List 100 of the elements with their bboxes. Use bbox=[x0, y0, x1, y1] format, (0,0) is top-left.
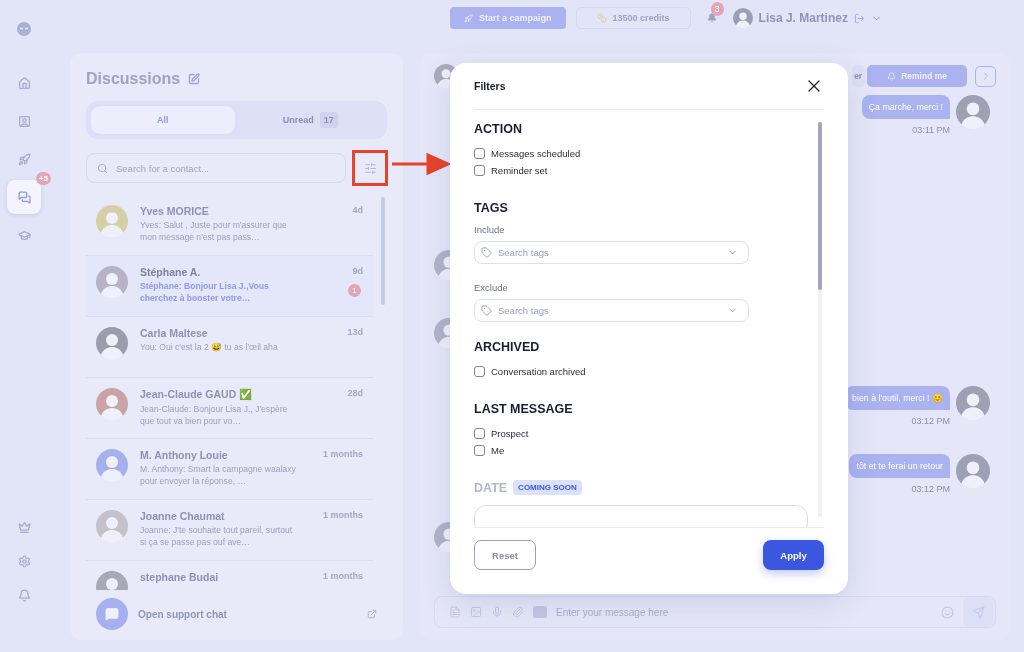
home-icon[interactable] bbox=[17, 76, 31, 90]
paperclip-icon[interactable] bbox=[512, 606, 524, 618]
time-text: 4d bbox=[352, 205, 363, 217]
next-button[interactable] bbox=[975, 65, 996, 87]
message-preview: M. Anthony: Smart la campagne waalaxy pour envoyer la réponse, … bbox=[140, 464, 297, 487]
start-campaign-button[interactable]: Start a campaign bbox=[450, 7, 566, 29]
search-icon bbox=[97, 162, 108, 174]
message-time: 03:12 PM bbox=[911, 484, 950, 494]
time-text: 9d bbox=[352, 266, 363, 278]
field-label: Exclude bbox=[474, 282, 509, 293]
section-heading: LAST MESSAGE bbox=[474, 402, 574, 416]
contact-icon[interactable] bbox=[17, 114, 31, 128]
avatar-icon bbox=[96, 266, 128, 298]
time-text: 1 months bbox=[323, 571, 363, 583]
contact-name: Carla Maltese bbox=[140, 327, 208, 339]
time-text: 1 months bbox=[323, 449, 363, 461]
conversation-item[interactable]: Jean-Claude GAUD ✅ 28d Jean-Claude: Bonjour Lisa J., J'espère que tout va bien pour vo… bbox=[86, 378, 373, 439]
bell-icon bbox=[887, 71, 897, 81]
conversation-item[interactable]: Carla Maltese 13d You: Oui c'est la 2 😅 tu as l'œil aha bbox=[86, 317, 373, 378]
tag-select[interactable]: Search tags bbox=[474, 241, 749, 264]
remind-me-button[interactable]: Remind me bbox=[867, 65, 967, 87]
contact-name: M. Anthony Louie bbox=[140, 449, 228, 461]
checkbox[interactable] bbox=[474, 366, 485, 377]
support-link[interactable]: Open support chat bbox=[138, 608, 357, 620]
emoji-icon[interactable] bbox=[941, 605, 954, 619]
checkbox-label: Prospect bbox=[491, 428, 529, 439]
count-badge: +5 bbox=[35, 172, 51, 185]
coins-icon bbox=[596, 13, 607, 23]
credits-text: 13500 credits bbox=[612, 13, 670, 23]
checkbox[interactable] bbox=[474, 148, 485, 159]
checkbox-label: Conversation archived bbox=[491, 366, 586, 377]
time-text: 28d bbox=[347, 388, 363, 400]
chat-bubbles-icon[interactable] bbox=[17, 190, 31, 204]
avatar-icon bbox=[956, 95, 990, 129]
avatar-icon bbox=[732, 8, 753, 28]
annotation-arrow bbox=[392, 153, 450, 175]
settings-icon[interactable] bbox=[17, 554, 31, 568]
section-heading: DATE $^{COMING SOON}$ bbox=[474, 481, 824, 495]
message-preview: You: Oui c'est la 2 😅 tu as l'œil aha bbox=[140, 342, 279, 354]
image-icon[interactable] bbox=[470, 606, 482, 618]
section-heading: TAGS bbox=[474, 201, 509, 215]
graduation-cap-icon[interactable] bbox=[17, 228, 31, 242]
contact-name: stephane Budai bbox=[140, 571, 219, 583]
tab[interactable]: All bbox=[91, 106, 235, 134]
conversation-item[interactable]: Joanne Chaumat 1 months Joanne: J'te souhaite tout pareil, surtout si ça se passe pas ouf ave… bbox=[86, 500, 373, 561]
tab[interactable]: Unread 17 bbox=[238, 106, 382, 134]
section-heading: ARCHIVED bbox=[474, 340, 541, 354]
rocket-icon[interactable] bbox=[17, 152, 31, 166]
tag-icon bbox=[481, 247, 492, 258]
send-button[interactable] bbox=[963, 597, 993, 627]
avatar-icon bbox=[96, 510, 128, 542]
bell-icon[interactable] bbox=[706, 13, 717, 23]
unread-badge: 1 bbox=[348, 284, 361, 297]
message-preview: Jean-Claude: Bonjour Lisa J., J'espère que tout va bien pour vo… bbox=[140, 404, 289, 427]
message-bubble: tôt et te ferai un retour bbox=[849, 454, 950, 478]
panel-title: Discussions bbox=[86, 70, 181, 88]
gif-icon[interactable] bbox=[533, 606, 547, 618]
avatar-icon bbox=[96, 327, 128, 359]
nav-item[interactable] bbox=[7, 180, 41, 214]
logo-icon bbox=[17, 22, 31, 36]
conversation-item[interactable]: M. Anthony Louie 1 months M. Anthony: Smart la campagne waalaxy pour envoyer la réponse, … bbox=[86, 439, 373, 500]
support-chat-icon bbox=[96, 598, 128, 630]
notification-badge: 3 bbox=[710, 2, 724, 16]
message-bubble: bien à l'outil, merci ! 😊 bbox=[845, 386, 950, 410]
logout-icon[interactable] bbox=[853, 12, 865, 24]
highlight-frame bbox=[352, 150, 388, 186]
message-time: 03:12 PM bbox=[911, 416, 950, 426]
section-heading: ACTION bbox=[474, 122, 523, 136]
avatar-icon bbox=[956, 386, 990, 420]
conversation-item[interactable]: Stéphane A. 9d Stéphane: Bonjour Lisa J.,Vous cherchez à booster votre… 1 bbox=[86, 256, 373, 317]
tag-select[interactable]: Search tags bbox=[474, 299, 749, 322]
time-text: 1 months bbox=[323, 510, 363, 522]
user-name[interactable]: Lisa J. Martinez bbox=[758, 11, 848, 25]
contact-name: Joanne Chaumat bbox=[140, 510, 225, 522]
checkbox[interactable] bbox=[474, 165, 485, 176]
crown-icon[interactable] bbox=[17, 520, 31, 534]
external-link-icon[interactable] bbox=[367, 609, 377, 619]
checkbox[interactable] bbox=[474, 445, 485, 456]
contact-name: Yves MORICE bbox=[140, 205, 209, 217]
message-time: 03:11 PM bbox=[912, 125, 950, 135]
message-preview: Stéphane: Bonjour Lisa J.,Vous cherchez à booster votre… bbox=[140, 281, 270, 304]
search-field[interactable]: Search for a contact... bbox=[86, 153, 346, 183]
apply-button[interactable]: Apply bbox=[763, 540, 824, 570]
edit-icon[interactable] bbox=[188, 73, 201, 85]
microphone-icon[interactable] bbox=[491, 606, 503, 618]
reset-button[interactable]: Reset bbox=[474, 540, 536, 570]
time-text: 13d bbox=[347, 327, 363, 339]
coming-soon-badge: COMING SOON bbox=[513, 480, 582, 495]
file-icon[interactable] bbox=[449, 606, 461, 618]
checkbox[interactable] bbox=[474, 428, 485, 439]
header-button[interactable]: er bbox=[852, 65, 866, 87]
rocket-icon bbox=[464, 13, 473, 23]
bell-icon[interactable] bbox=[17, 588, 31, 602]
message-composer[interactable]: Enter your message here bbox=[434, 596, 996, 628]
field-label: Include bbox=[474, 224, 506, 235]
avatar-icon bbox=[956, 454, 990, 488]
checkbox-label: Me bbox=[491, 445, 505, 456]
avatar-icon bbox=[96, 388, 128, 420]
message-preview: Yves: Salut , Juste pour m'assurer que mon message n'est pas pass… bbox=[140, 220, 288, 243]
contact-name: Stéphane A. bbox=[140, 266, 201, 278]
